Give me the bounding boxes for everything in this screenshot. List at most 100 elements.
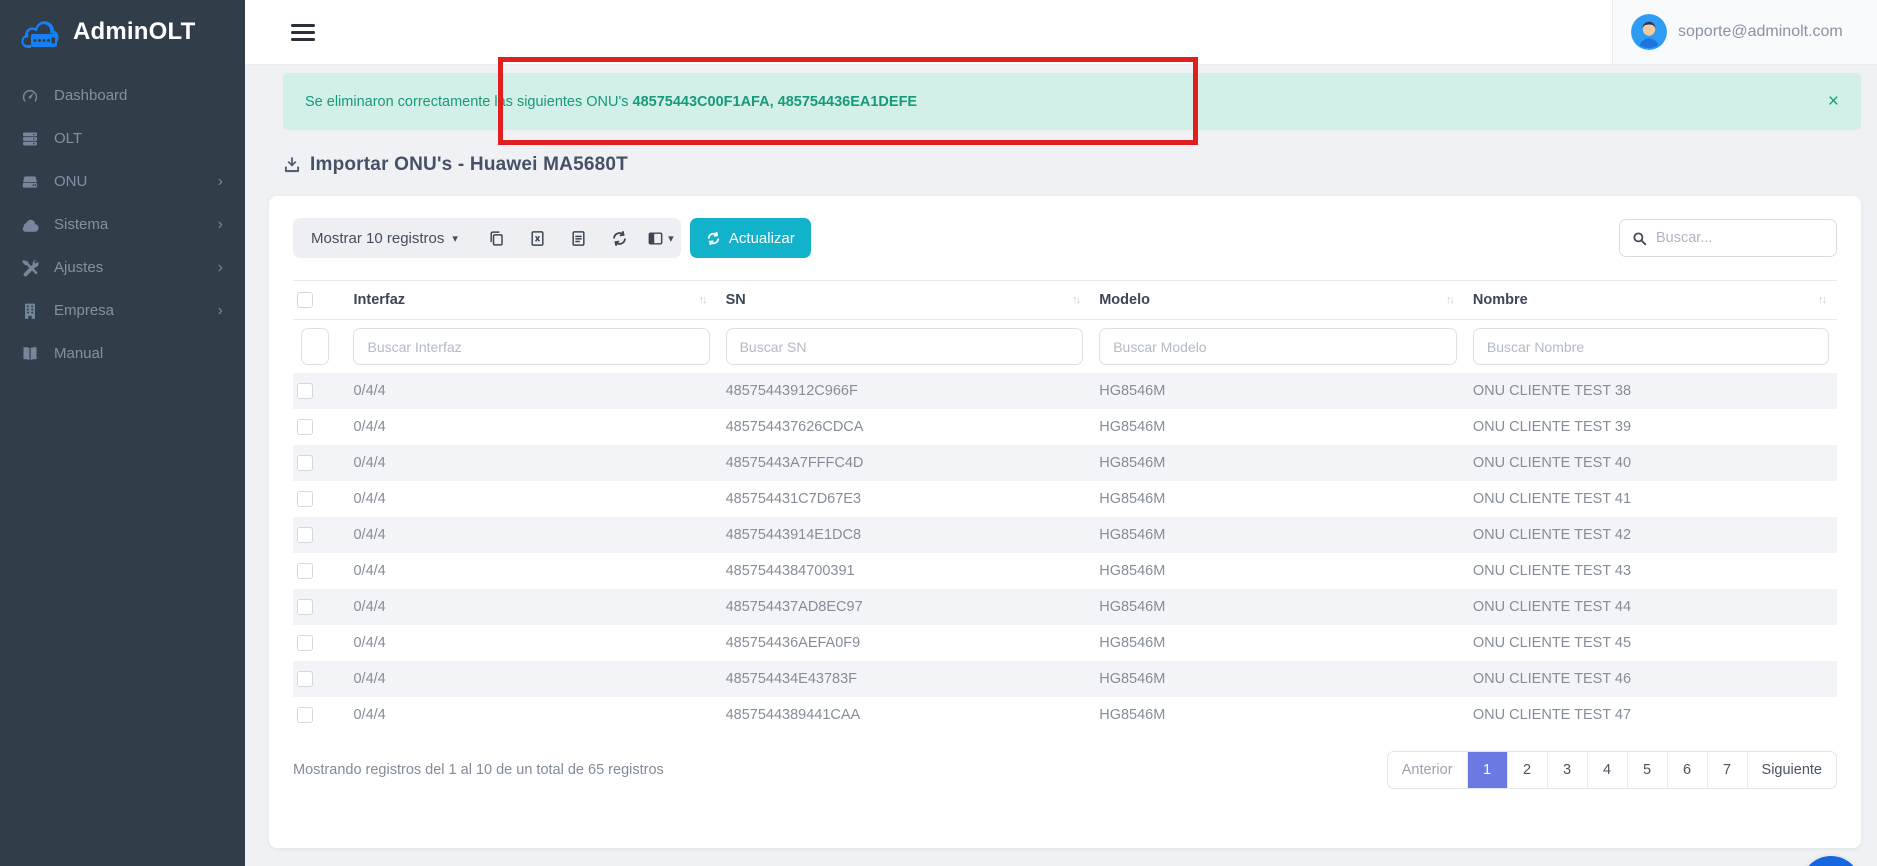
reload-table-button[interactable] (599, 218, 640, 258)
search-input[interactable] (1656, 230, 1824, 246)
app-logo[interactable]: AdminOLT (0, 0, 245, 60)
column-header-nombre[interactable]: Nombre ↑↓ (1465, 281, 1837, 320)
column-label: Nombre (1473, 292, 1528, 308)
row-checkbox[interactable] (297, 527, 313, 543)
sidebar-item-onu[interactable]: ONU › (0, 160, 245, 203)
hamburger-menu-icon[interactable] (291, 20, 315, 45)
column-filter-input[interactable] (353, 328, 709, 365)
column-filter-input[interactable] (726, 328, 1084, 365)
row-checkbox[interactable] (297, 707, 313, 723)
cell-nombre: ONU CLIENTE TEST 40 (1465, 445, 1837, 481)
pagination-previous-button[interactable]: Anterior (1388, 752, 1467, 788)
alert-close-icon[interactable]: × (1828, 92, 1839, 111)
sidebar-item-olt[interactable]: OLT (0, 117, 245, 160)
checkbox-column-filter[interactable] (301, 328, 329, 365)
sort-icon: ↑↓ (1446, 294, 1457, 306)
user-email: soporte@adminolt.com (1678, 23, 1843, 41)
cell-modelo: HG8546M (1091, 517, 1465, 553)
column-visibility-button[interactable]: ▾ (640, 218, 681, 258)
avatar (1631, 14, 1667, 50)
success-alert: Se eliminaron correctamente las siguient… (283, 73, 1861, 130)
sidebar-item-empresa[interactable]: Empresa › (0, 289, 245, 332)
actualizar-button[interactable]: Actualizar (690, 218, 811, 258)
sidebar-item-label: Sistema (54, 216, 203, 233)
copy-button[interactable] (476, 218, 517, 258)
pagination-page-7[interactable]: 7 (1707, 752, 1747, 788)
column-header-sn[interactable]: SN ↑↓ (718, 281, 1092, 320)
pagination-next-button[interactable]: Siguiente (1747, 752, 1836, 788)
cell-sn: 485754437626CDCA (718, 409, 1092, 445)
export-excel-button[interactable] (517, 218, 558, 258)
cell-nombre: ONU CLIENTE TEST 46 (1465, 661, 1837, 697)
cloud-icon (21, 216, 39, 234)
cell-interfaz: 0/4/4 (345, 517, 717, 553)
onu-table: Interfaz ↑↓ SN ↑↓ Modelo ↑↓ Nombre ↑↓ (293, 280, 1837, 733)
pagination-page-6[interactable]: 6 (1667, 752, 1707, 788)
column-header-modelo[interactable]: Modelo ↑↓ (1091, 281, 1465, 320)
cell-interfaz: 0/4/4 (345, 409, 717, 445)
toolbar-button-group: Mostrar 10 registros ▾ (293, 218, 681, 258)
chevron-right-icon: › (218, 174, 223, 190)
row-checkbox[interactable] (297, 491, 313, 507)
pagination-page-2[interactable]: 2 (1507, 752, 1547, 788)
pagination-page-4[interactable]: 4 (1587, 752, 1627, 788)
file-text-icon (570, 230, 587, 247)
table-row: 0/4/4 48575443914E1DC8 HG8546M ONU CLIEN… (293, 517, 1837, 553)
pagination-page-3[interactable]: 3 (1547, 752, 1587, 788)
row-checkbox[interactable] (297, 563, 313, 579)
global-search (1619, 219, 1837, 257)
sort-icon: ↑↓ (1072, 294, 1083, 306)
column-filter-input[interactable] (1473, 328, 1829, 365)
cell-nombre: ONU CLIENTE TEST 41 (1465, 481, 1837, 517)
page-length-dropdown[interactable]: Mostrar 10 registros ▾ (293, 218, 476, 258)
table-row: 0/4/4 4857544384700391 HG8546M ONU CLIEN… (293, 553, 1837, 589)
sidebar-item-manual[interactable]: Manual (0, 332, 245, 375)
caret-down-icon: ▾ (668, 232, 674, 245)
cell-sn: 485754434E43783F (718, 661, 1092, 697)
row-checkbox[interactable] (297, 455, 313, 471)
pagination-page-5[interactable]: 5 (1627, 752, 1667, 788)
column-header-interfaz[interactable]: Interfaz ↑↓ (345, 281, 717, 320)
alert-onu-serials: 48575443C00F1AFA, 485754436EA1DEFE (633, 94, 918, 110)
sidebar-item-ajustes[interactable]: Ajustes › (0, 246, 245, 289)
cell-sn: 485754436AEFA0F9 (718, 625, 1092, 661)
table-row: 0/4/4 485754434E43783F HG8546M ONU CLIEN… (293, 661, 1837, 697)
export-file-button[interactable] (558, 218, 599, 258)
table-row: 0/4/4 4857544389441CAA HG8546M ONU CLIEN… (293, 697, 1837, 733)
user-menu[interactable]: soporte@adminolt.com (1612, 0, 1877, 64)
refresh-icon (706, 231, 721, 246)
cell-modelo: HG8546M (1091, 661, 1465, 697)
pagination-page-1[interactable]: 1 (1467, 752, 1507, 788)
cell-modelo: HG8546M (1091, 481, 1465, 517)
table-row: 0/4/4 48575443A7FFFC4D HG8546M ONU CLIEN… (293, 445, 1837, 481)
gauge-icon (21, 87, 39, 105)
select-all-checkbox[interactable] (297, 292, 313, 308)
sidebar-item-dashboard[interactable]: Dashboard (0, 74, 245, 117)
table-row: 0/4/4 485754431C7D67E3 HG8546M ONU CLIEN… (293, 481, 1837, 517)
cell-modelo: HG8546M (1091, 373, 1465, 409)
sidebar-item-label: Empresa (54, 302, 203, 319)
row-checkbox[interactable] (297, 383, 313, 399)
row-checkbox[interactable] (297, 419, 313, 435)
column-filter-input[interactable] (1099, 328, 1457, 365)
cell-nombre: ONU CLIENTE TEST 39 (1465, 409, 1837, 445)
pagination: Anterior 1 2 3 4 5 6 7 Siguiente (1387, 751, 1837, 789)
sort-icon: ↑↓ (699, 294, 710, 306)
sort-icon: ↑↓ (1818, 294, 1829, 306)
column-label: Interfaz (353, 292, 405, 308)
row-checkbox[interactable] (297, 635, 313, 651)
records-info: Mostrando registros del 1 al 10 de un to… (293, 762, 664, 778)
sidebar-item-sistema[interactable]: Sistema › (0, 203, 245, 246)
table-row: 0/4/4 48575443912C966F HG8546M ONU CLIEN… (293, 373, 1837, 409)
excel-icon (529, 230, 546, 247)
cell-nombre: ONU CLIENTE TEST 43 (1465, 553, 1837, 589)
cloud-router-logo-icon (18, 14, 64, 50)
sidebar-item-label: Ajustes (54, 259, 203, 276)
row-checkbox[interactable] (297, 671, 313, 687)
cell-interfaz: 0/4/4 (345, 445, 717, 481)
table-footer: Mostrando registros del 1 al 10 de un to… (293, 751, 1837, 789)
chevron-right-icon: › (218, 217, 223, 233)
row-checkbox[interactable] (297, 599, 313, 615)
cell-modelo: HG8546M (1091, 697, 1465, 733)
alert-message: Se eliminaron correctamente las siguient… (305, 94, 917, 110)
